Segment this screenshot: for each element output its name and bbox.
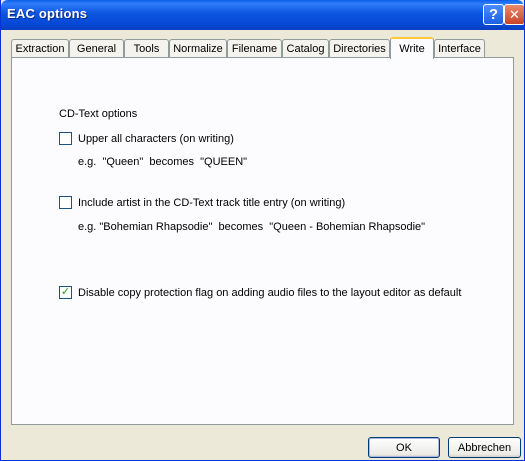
tab-filename[interactable]: Filename [227, 39, 282, 57]
upper-all-characters-label[interactable]: Upper all characters (on writing) [78, 133, 234, 145]
eac-options-window: EAC options ? ✕ Extraction General Tools… [0, 0, 525, 461]
tab-general[interactable]: General [69, 39, 124, 57]
tab-extraction[interactable]: Extraction [11, 39, 69, 57]
include-artist-label[interactable]: Include artist in the CD-Text track titl… [78, 197, 345, 209]
include-artist-example: e.g. "Bohemian Rhapsodie" becomes "Queen… [78, 221, 426, 233]
cancel-button[interactable]: Abbrechen [448, 437, 521, 458]
write-tab-panel: CD-Text options Upper all characters (on… [11, 57, 514, 425]
upper-all-characters-checkbox[interactable] [59, 132, 72, 145]
disable-copy-protection-option[interactable]: ✓ Disable copy protection flag on adding… [59, 286, 461, 299]
upper-all-characters-example: e.g. "Queen" becomes "QUEEN" [78, 156, 248, 168]
cd-text-options-label: CD-Text options [59, 108, 138, 120]
tab-tools[interactable]: Tools [124, 39, 169, 57]
window-title: EAC options [7, 6, 88, 21]
checkmark-icon: ✓ [60, 286, 71, 298]
question-mark-icon: ? [488, 6, 499, 23]
tab-interface[interactable]: Interface [434, 39, 485, 57]
include-artist-option[interactable]: Include artist in the CD-Text track titl… [59, 196, 345, 209]
ok-button[interactable]: OK [368, 437, 440, 458]
tab-write[interactable]: Write [390, 37, 434, 59]
include-artist-checkbox[interactable] [59, 196, 72, 209]
tab-normalize[interactable]: Normalize [169, 39, 227, 57]
close-button[interactable]: ✕ [504, 4, 524, 25]
tab-directories[interactable]: Directories [329, 39, 390, 57]
close-icon: ✕ [509, 6, 520, 22]
title-bar[interactable]: EAC options ? ✕ [1, 0, 524, 30]
tab-catalog[interactable]: Catalog [282, 39, 329, 57]
disable-copy-protection-label[interactable]: Disable copy protection flag on adding a… [78, 287, 461, 299]
disable-copy-protection-checkbox[interactable]: ✓ [59, 286, 72, 299]
upper-all-characters-option[interactable]: Upper all characters (on writing) [59, 132, 234, 145]
help-button[interactable]: ? [483, 4, 504, 25]
